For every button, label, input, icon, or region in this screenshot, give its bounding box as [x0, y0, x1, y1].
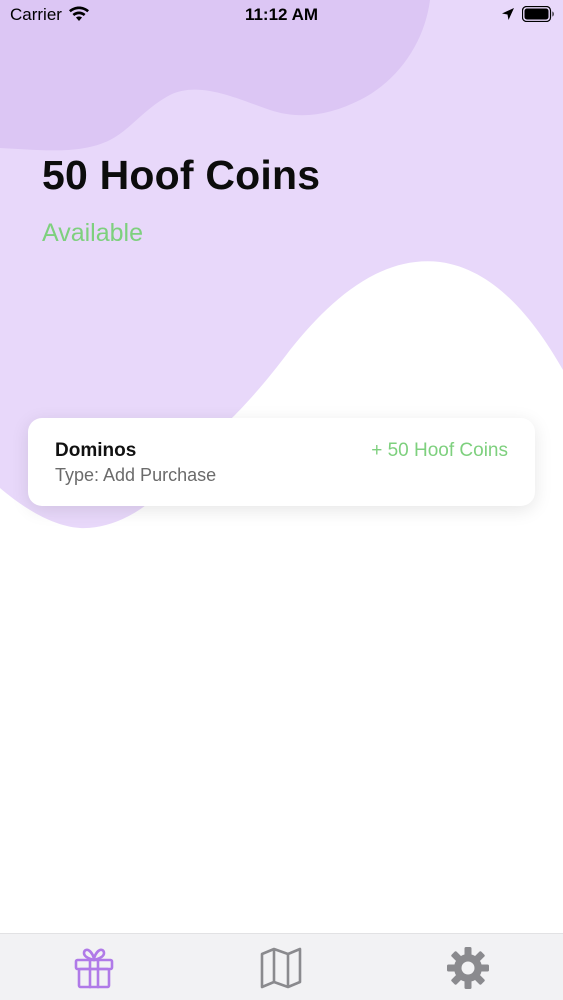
location-arrow-icon: [502, 8, 514, 20]
battery-icon: [522, 6, 554, 22]
status-time: 11:12 AM: [244, 5, 319, 24]
status-bar: Carrier 11:12 AM: [0, 0, 563, 30]
gift-icon: [74, 948, 114, 989]
balance-status-label: Available: [42, 219, 144, 247]
transaction-card[interactable]: Dominos Type: Add Purchase + 50 Hoof Coi…: [28, 418, 535, 506]
transaction-type: Type: Add Purchase: [55, 465, 217, 485]
transaction-amount: + 50 Hoof Coins: [371, 440, 508, 461]
tab-bar: [0, 933, 563, 1000]
coin-balance-title: 50 Hoof Coins: [42, 152, 321, 198]
map-icon: [260, 947, 302, 989]
tab-settings[interactable]: [446, 946, 490, 990]
gear-icon: [447, 947, 489, 989]
tab-map[interactable]: [259, 946, 303, 990]
merchant-name: Dominos: [55, 440, 137, 461]
tab-rewards[interactable]: [72, 946, 116, 990]
rewards-screen: Carrier 11:12 AM 50 Hoof Coins Available…: [0, 0, 563, 1000]
